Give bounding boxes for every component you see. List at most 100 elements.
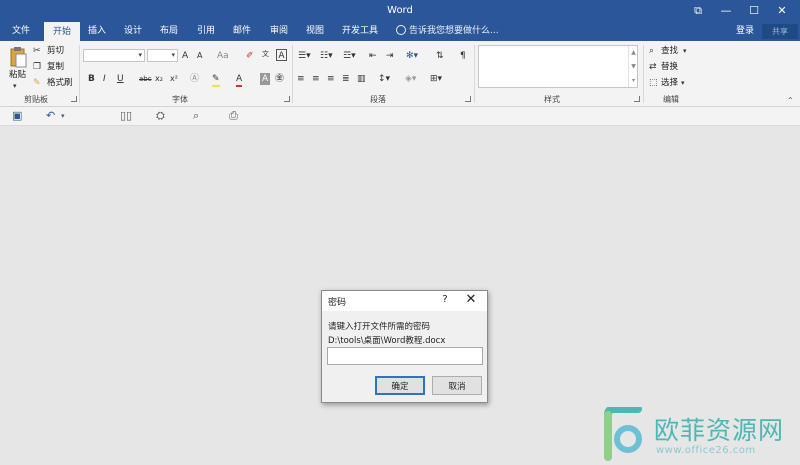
chinese-layout-icon[interactable]: ✻▾ <box>406 50 418 62</box>
tab-design[interactable]: 设计 <box>116 22 150 41</box>
tab-view[interactable]: 视图 <box>298 22 332 41</box>
file-path: D:\tools\桌面\Word教程.docx <box>328 336 446 346</box>
tab-insert[interactable]: 插入 <box>80 22 114 41</box>
two-pages-icon[interactable]: ▯▯ <box>120 110 132 122</box>
font-name-combo[interactable]: ▾ <box>83 49 145 62</box>
collapse-ribbon-icon[interactable]: ⌃ <box>787 96 794 105</box>
dialog-close-icon[interactable]: ✕ <box>463 292 479 307</box>
print-icon[interactable]: ⎙ <box>229 110 238 122</box>
password-input[interactable] <box>327 347 483 365</box>
change-case-icon[interactable]: Aa <box>217 50 229 62</box>
sign-in-link[interactable]: 登录 <box>736 22 754 40</box>
font-group-label: 字体 <box>172 95 188 104</box>
watermark-url: www.office26.com <box>656 445 756 456</box>
tell-me-text: 告诉我您想要做什么... <box>409 26 499 36</box>
ok-button[interactable]: 确定 <box>375 376 425 395</box>
strikethrough-button[interactable]: abc <box>139 73 152 85</box>
superscript-button[interactable]: x² <box>170 73 178 85</box>
underline-button[interactable]: U <box>117 73 124 85</box>
align-left-icon[interactable]: ≡ <box>297 73 305 85</box>
paragraph-launcher-icon[interactable] <box>465 96 471 102</box>
paste-icon[interactable] <box>9 46 27 68</box>
format-painter-button[interactable]: 格式刷 <box>47 77 73 89</box>
ribbon-display-options-icon[interactable]: ⧉ <box>684 2 712 20</box>
save-icon[interactable]: ▣ <box>12 110 22 122</box>
paste-button-label[interactable]: 粘贴 <box>9 69 26 81</box>
styles-launcher-icon[interactable] <box>634 96 640 102</box>
select-dropdown-icon[interactable]: ▾ <box>681 77 685 89</box>
find-button[interactable]: 查找 <box>661 45 678 57</box>
multilevel-list-icon[interactable]: ☲▾ <box>343 50 356 62</box>
sort-icon[interactable]: ⇅ <box>436 50 444 62</box>
title-bar: Word ⧉ — ☐ ✕ <box>0 0 800 22</box>
copy-icon: ❐ <box>33 62 42 72</box>
ribbon-tab-bar: 文件 开始 插入 设计 布局 引用 邮件 审阅 视图 开发工具 告诉我您想要做什… <box>0 22 800 41</box>
font-launcher-icon[interactable] <box>284 96 290 102</box>
line-spacing-icon[interactable]: ↕▾ <box>378 73 390 85</box>
gallery-more-icon[interactable]: ▾ <box>628 74 638 87</box>
styles-gallery[interactable]: ▲ ▼ ▾ <box>478 45 638 88</box>
tab-file[interactable]: 文件 <box>0 22 42 41</box>
print-preview-icon[interactable]: ⌕ <box>193 110 199 122</box>
close-window-button[interactable]: ✕ <box>768 2 796 20</box>
justify-icon[interactable]: ≣ <box>342 73 350 85</box>
character-shading-icon[interactable]: A <box>260 73 271 85</box>
distributed-icon[interactable]: ▥ <box>357 73 366 85</box>
find-dropdown-icon[interactable]: ▾ <box>683 45 687 57</box>
phonetic-guide-icon[interactable]: 文 <box>262 48 269 60</box>
clipboard-launcher-icon[interactable] <box>71 96 77 102</box>
group-divider <box>643 45 644 103</box>
align-right-icon[interactable]: ≡ <box>327 73 335 85</box>
cancel-button[interactable]: 取消 <box>432 376 482 395</box>
maximize-button[interactable]: ☐ <box>740 2 768 20</box>
ribbon-home: 粘贴 ▾ ✂ 剪切 ❐ 复制 ✎ 格式刷 剪贴板 ▾ ▾ A A Aa ✐ 文 … <box>0 41 800 107</box>
window-title: Word <box>387 5 413 16</box>
minimize-button[interactable]: — <box>712 2 740 20</box>
numbering-icon[interactable]: ☷▾ <box>320 50 333 62</box>
share-button[interactable]: 共享 <box>762 24 798 39</box>
text-effects-icon[interactable]: Ⓐ <box>190 73 199 85</box>
clear-formatting-icon[interactable]: ✐ <box>246 50 254 62</box>
copy-button[interactable]: 复制 <box>47 61 64 73</box>
gallery-scroll-up-icon[interactable]: ▲ <box>628 46 638 59</box>
password-prompt: 请键入打开文件所需的密码 <box>328 322 431 332</box>
cut-button[interactable]: 剪切 <box>47 45 64 57</box>
undo-dropdown-icon[interactable]: ▾ <box>61 110 65 122</box>
align-center-icon[interactable]: ≡ <box>312 73 320 85</box>
account-icon[interactable]: ⛭ <box>156 110 165 122</box>
enclose-characters-icon[interactable]: ㊎ <box>275 73 284 85</box>
tab-review[interactable]: 审阅 <box>262 22 296 41</box>
tab-mailings[interactable]: 邮件 <box>225 22 259 41</box>
increase-indent-icon[interactable]: ⇥ <box>386 50 394 62</box>
show-formatting-icon[interactable]: ¶ <box>460 50 466 62</box>
tab-layout[interactable]: 布局 <box>152 22 186 41</box>
select-icon: ⬚ <box>649 78 658 88</box>
undo-icon[interactable]: ↶ <box>46 110 55 122</box>
bullets-icon[interactable]: ☰▾ <box>298 50 311 62</box>
highlight-color-icon[interactable]: ✎ <box>212 73 220 87</box>
help-icon[interactable]: ? <box>439 294 451 305</box>
shading-icon[interactable]: ◈▾ <box>405 73 416 85</box>
chevron-down-icon: ▾ <box>138 51 142 59</box>
select-button[interactable]: 选择 <box>661 77 678 89</box>
font-size-combo[interactable]: ▾ <box>147 49 178 62</box>
paste-dropdown-icon[interactable]: ▾ <box>13 80 17 92</box>
tell-me-box[interactable]: 告诉我您想要做什么... <box>396 22 499 41</box>
shrink-font-icon[interactable]: A <box>197 50 202 62</box>
group-divider <box>474 45 475 103</box>
bold-button[interactable]: B <box>88 73 95 85</box>
italic-button[interactable]: I <box>103 73 106 85</box>
replace-button[interactable]: 替换 <box>661 61 678 73</box>
tab-developer[interactable]: 开发工具 <box>337 22 383 41</box>
tab-references[interactable]: 引用 <box>189 22 223 41</box>
grow-font-icon[interactable]: A <box>182 50 188 62</box>
tab-home[interactable]: 开始 <box>44 22 80 41</box>
font-color-icon[interactable]: A <box>236 73 243 87</box>
scissors-icon: ✂ <box>33 46 41 56</box>
character-border-icon[interactable]: A <box>276 49 287 61</box>
gallery-scroll-down-icon[interactable]: ▼ <box>628 60 638 73</box>
brand-logo-icon <box>604 407 642 461</box>
borders-icon[interactable]: ⊞▾ <box>430 73 442 85</box>
decrease-indent-icon[interactable]: ⇤ <box>369 50 377 62</box>
subscript-button[interactable]: x₂ <box>155 73 163 85</box>
